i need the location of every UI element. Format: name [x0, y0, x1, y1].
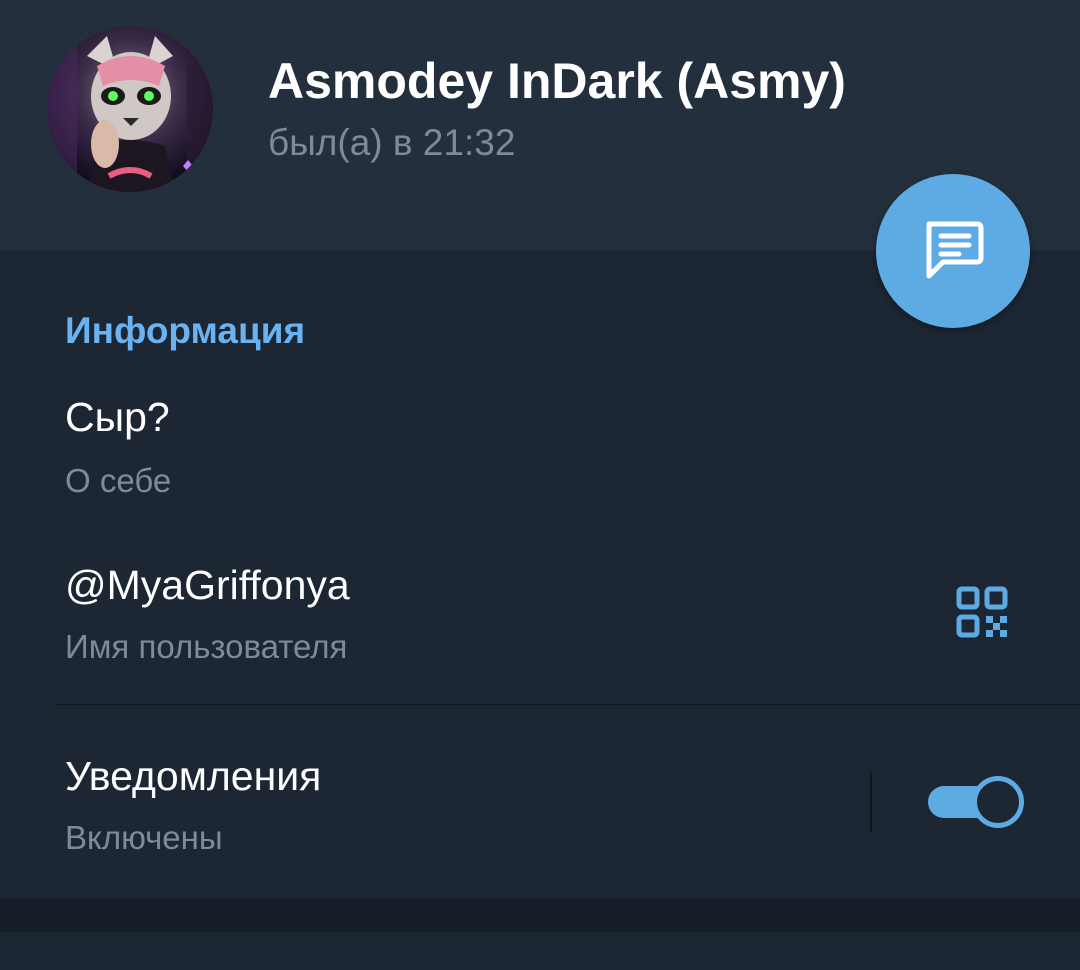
row-divider: [55, 704, 1080, 705]
message-bubble-icon: [926, 221, 984, 279]
qr-code-button[interactable]: [956, 586, 1008, 638]
notifications-title[interactable]: Уведомления: [65, 753, 321, 800]
send-message-button[interactable]: [876, 174, 1030, 328]
next-section: [0, 932, 1080, 970]
profile-name: Asmodey InDark (Asmy): [268, 53, 846, 109]
last-seen-status: был(а) в 21:32: [268, 122, 516, 163]
bio-value[interactable]: Сыр?: [65, 394, 170, 441]
section-title-info: Информация: [65, 310, 306, 351]
avatar-image: [47, 26, 213, 192]
toggle-knob: [972, 776, 1024, 828]
username-value[interactable]: @MyaGriffonya: [65, 562, 350, 609]
username-label: Имя пользователя: [65, 628, 348, 665]
notifications-toggle[interactable]: [928, 774, 1024, 830]
notifications-status: Включены: [65, 819, 223, 856]
bio-label: О себе: [65, 462, 172, 499]
avatar[interactable]: [47, 26, 213, 192]
qr-code-icon: [956, 586, 1008, 638]
section-separator: [0, 898, 1080, 932]
toggle-separator: [870, 772, 872, 832]
